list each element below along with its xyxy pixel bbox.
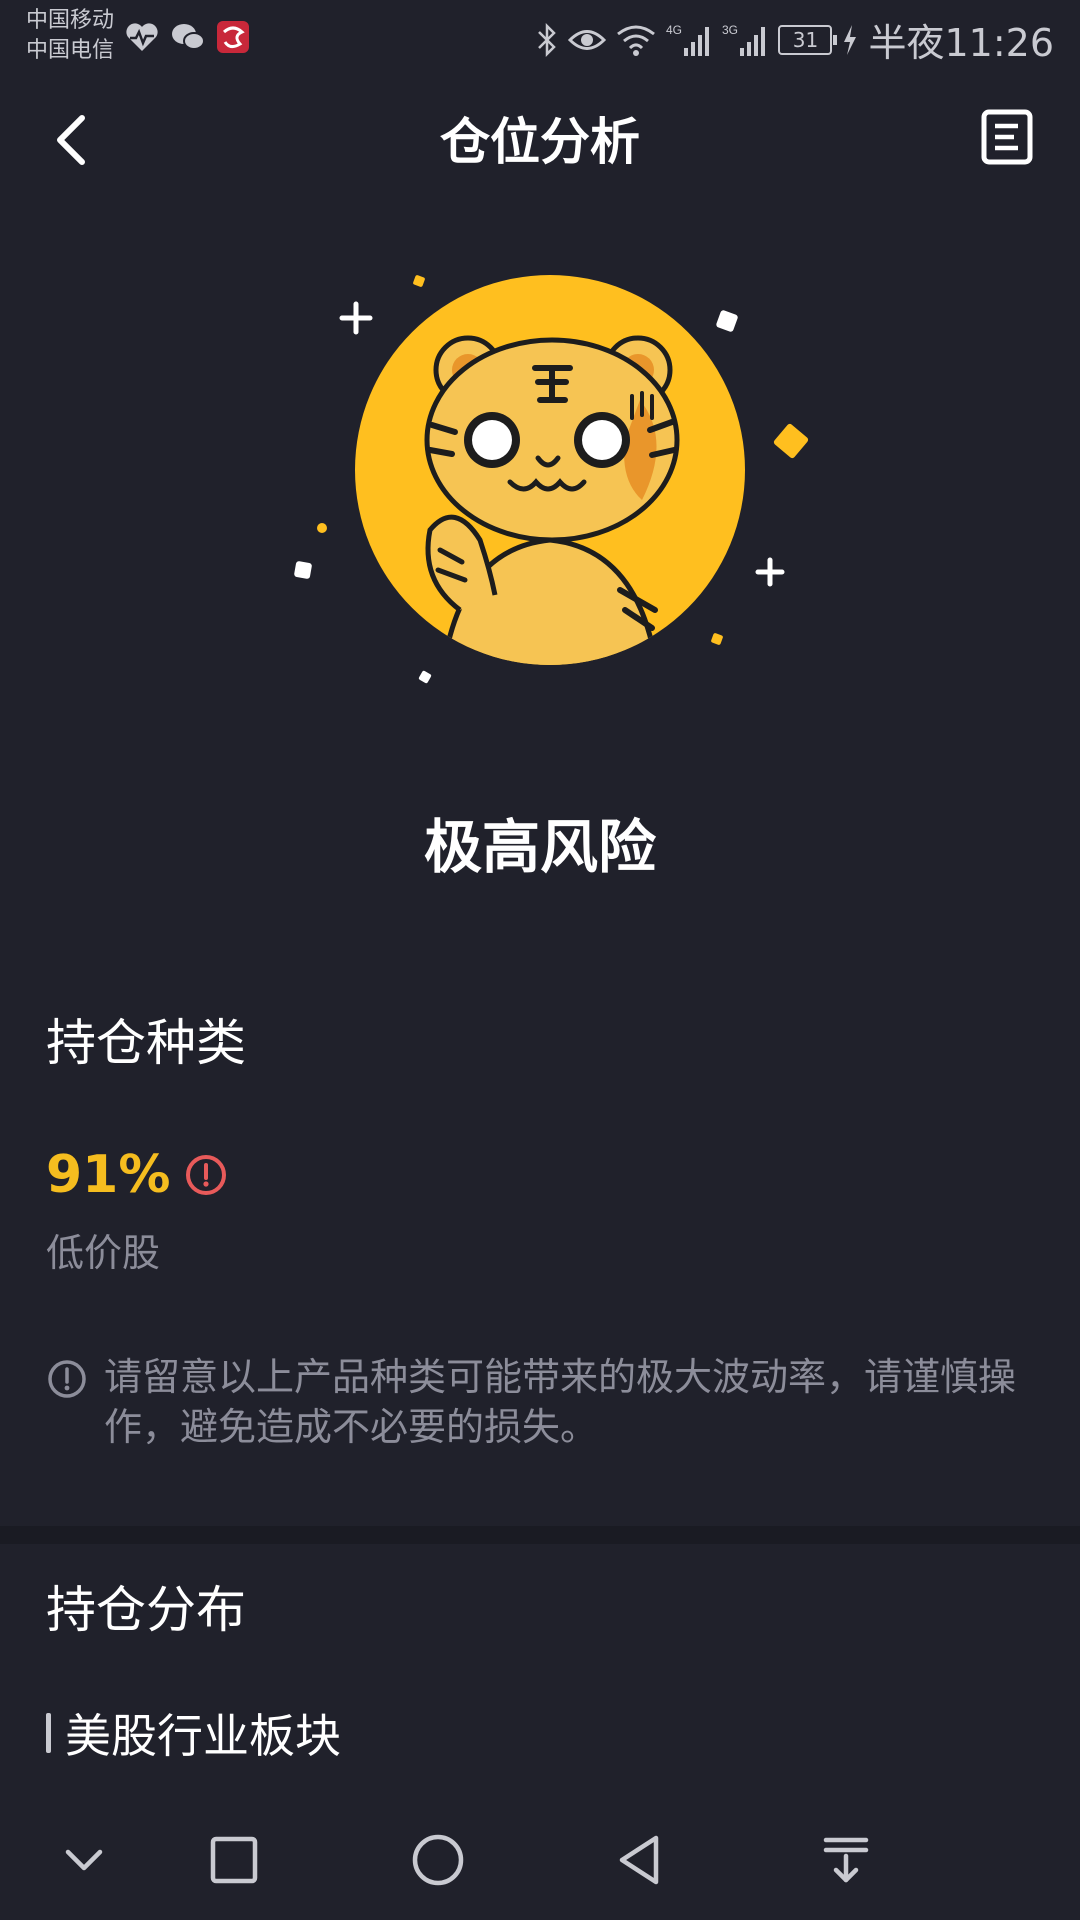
nav-home-button[interactable] bbox=[408, 1830, 468, 1890]
nav-recents-button[interactable] bbox=[204, 1830, 264, 1890]
carrier-1: 中国移动 bbox=[26, 8, 115, 33]
nav-back-button[interactable] bbox=[612, 1830, 672, 1890]
report-button[interactable] bbox=[980, 108, 1036, 166]
tiger-mascot-icon bbox=[294, 275, 809, 684]
holdings-distribution-title: 持仓分布 bbox=[46, 1581, 246, 1639]
signal-4g-label: 4G bbox=[666, 23, 682, 37]
chevron-down-icon bbox=[65, 1849, 103, 1871]
charging-icon bbox=[844, 24, 857, 55]
holdings-percent-row: 91% bbox=[46, 1145, 228, 1205]
triangle-back-icon bbox=[619, 1835, 659, 1885]
document-list-icon bbox=[981, 109, 1033, 165]
holdings-type-title: 持仓种类 bbox=[46, 1014, 246, 1072]
wechat-icon bbox=[172, 24, 205, 50]
signal-3g-icon: 3G bbox=[722, 23, 766, 56]
system-nav-bar bbox=[0, 1800, 1080, 1920]
eye-icon bbox=[568, 29, 607, 50]
status-time: 半夜11:26 bbox=[868, 21, 1054, 65]
notice-text: 请留意以上产品种类可能带来的极大波动率，请谨慎操作，避免造成不必要的损失。 bbox=[104, 1355, 1017, 1449]
us-sector-subsection: 美股行业板块 bbox=[46, 1700, 341, 1766]
download-icon bbox=[823, 1837, 869, 1883]
holdings-percent: 91% bbox=[46, 1145, 171, 1205]
carrier-info: 中国移动 中国电信 bbox=[26, 6, 114, 66]
wifi-icon bbox=[617, 25, 656, 56]
warning-icon[interactable] bbox=[184, 1153, 228, 1197]
nav-hide-button[interactable] bbox=[54, 1830, 114, 1890]
battery-indicator: 31 bbox=[778, 24, 838, 55]
bluetooth-icon bbox=[538, 22, 557, 57]
signal-4g-icon: 4G bbox=[666, 23, 710, 56]
status-right: 4G 3G 31 半夜11:26 bbox=[536, 12, 1054, 67]
status-bar: 中国移动 中国电信 4G 3G 31 半夜11:26 bbox=[0, 0, 1080, 72]
section-divider bbox=[0, 1526, 1080, 1544]
health-icon bbox=[126, 23, 158, 51]
app-red-icon bbox=[217, 21, 249, 53]
circle-icon bbox=[412, 1834, 464, 1886]
hero-illustration bbox=[280, 250, 840, 700]
subsection-marker bbox=[46, 1713, 51, 1753]
page-title: 仓位分析 bbox=[440, 113, 640, 171]
notification-icons bbox=[124, 20, 250, 54]
subsection-title: 美股行业板块 bbox=[65, 1709, 341, 1763]
stock-type-label: 低价股 bbox=[46, 1231, 161, 1275]
risk-level-label: 极高风险 bbox=[423, 813, 656, 881]
signal-3g-label: 3G bbox=[722, 23, 738, 37]
square-icon bbox=[210, 1836, 258, 1884]
carrier-2: 中国电信 bbox=[26, 38, 115, 63]
info-icon bbox=[48, 1360, 86, 1398]
nav-header: 仓位分析 bbox=[0, 72, 1080, 212]
risk-notice: 请留意以上产品种类可能带来的极大波动率，请谨慎操作，避免造成不必要的损失。 bbox=[46, 1352, 1026, 1452]
screen: 中国移动 中国电信 4G 3G 31 半夜11:26 仓位分析 极高风险 持仓种… bbox=[0, 0, 1080, 1920]
nav-notifications-button[interactable] bbox=[816, 1830, 876, 1890]
